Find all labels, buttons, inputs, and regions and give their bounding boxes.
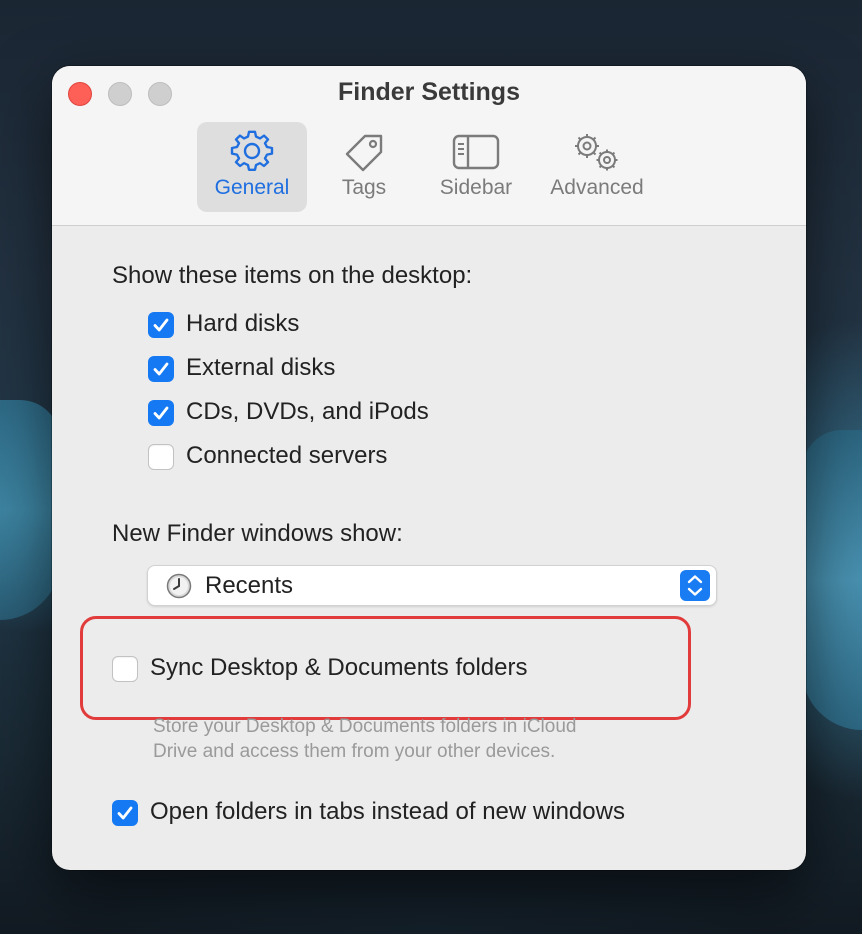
sync-desktop-documents-checkbox[interactable] bbox=[112, 656, 138, 682]
tab-general-label: General bbox=[214, 176, 290, 199]
new-window-heading: New Finder windows show: bbox=[112, 520, 403, 547]
connected-servers-label: Connected servers bbox=[186, 442, 388, 469]
tab-advanced[interactable]: Advanced bbox=[538, 122, 656, 212]
general-settings-pane: Show these items on the desktop: Hard di… bbox=[52, 226, 806, 870]
tab-sidebar-label: Sidebar bbox=[439, 176, 513, 199]
cds-dvds-ipods-label: CDs, DVDs, and iPods bbox=[186, 398, 429, 425]
popup-stepper-icon[interactable] bbox=[680, 570, 710, 601]
window-title: Finder Settings bbox=[338, 78, 520, 106]
open-in-tabs-checkbox[interactable] bbox=[112, 800, 138, 826]
open-in-tabs-checkbox-row[interactable]: Open folders in tabs instead of new wind… bbox=[112, 798, 732, 828]
sync-description-line-2: Drive and access them from your other de… bbox=[153, 741, 556, 762]
sync-desktop-documents-checkbox-row[interactable]: Sync Desktop & Documents folders bbox=[112, 654, 632, 684]
tag-icon bbox=[341, 130, 387, 179]
external-disks-checkbox[interactable] bbox=[148, 356, 174, 382]
external-disks-label: External disks bbox=[186, 354, 336, 381]
sidebar-icon bbox=[452, 130, 500, 179]
finder-settings-window: Finder Settings General Tags Sidebar Adv… bbox=[52, 66, 806, 870]
hard-disks-checkbox-row[interactable]: Hard disks bbox=[148, 310, 448, 340]
tab-tags-label: Tags bbox=[341, 176, 387, 199]
desktop-background-lake-left bbox=[0, 400, 60, 620]
hard-disks-label: Hard disks bbox=[186, 310, 300, 337]
new-window-popup-value: Recents bbox=[205, 572, 294, 599]
tab-advanced-label: Advanced bbox=[550, 176, 644, 199]
cds-dvds-ipods-checkbox[interactable] bbox=[148, 400, 174, 426]
clock-icon bbox=[166, 573, 192, 604]
desktop-items-heading: Show these items on the desktop: bbox=[112, 262, 473, 289]
tab-sidebar[interactable]: Sidebar bbox=[424, 122, 528, 212]
desktop-background-lake-right bbox=[802, 430, 862, 730]
connected-servers-checkbox[interactable] bbox=[148, 444, 174, 470]
cds-dvds-ipods-checkbox-row[interactable]: CDs, DVDs, and iPods bbox=[148, 398, 488, 428]
tab-general[interactable]: General bbox=[197, 122, 307, 212]
gears-icon bbox=[569, 130, 625, 179]
hard-disks-checkbox[interactable] bbox=[148, 312, 174, 338]
sync-description-line-1: Store your Desktop & Documents folders i… bbox=[153, 716, 577, 737]
new-window-popup[interactable]: Recents bbox=[147, 565, 717, 606]
window-toolbar: Finder Settings General Tags Sidebar Adv… bbox=[52, 66, 806, 226]
connected-servers-checkbox-row[interactable]: Connected servers bbox=[148, 442, 468, 472]
tab-tags[interactable]: Tags bbox=[312, 122, 416, 212]
external-disks-checkbox-row[interactable]: External disks bbox=[148, 354, 448, 384]
gear-icon bbox=[230, 130, 274, 179]
sync-desktop-documents-label: Sync Desktop & Documents folders bbox=[150, 654, 528, 681]
open-in-tabs-label: Open folders in tabs instead of new wind… bbox=[150, 798, 625, 825]
